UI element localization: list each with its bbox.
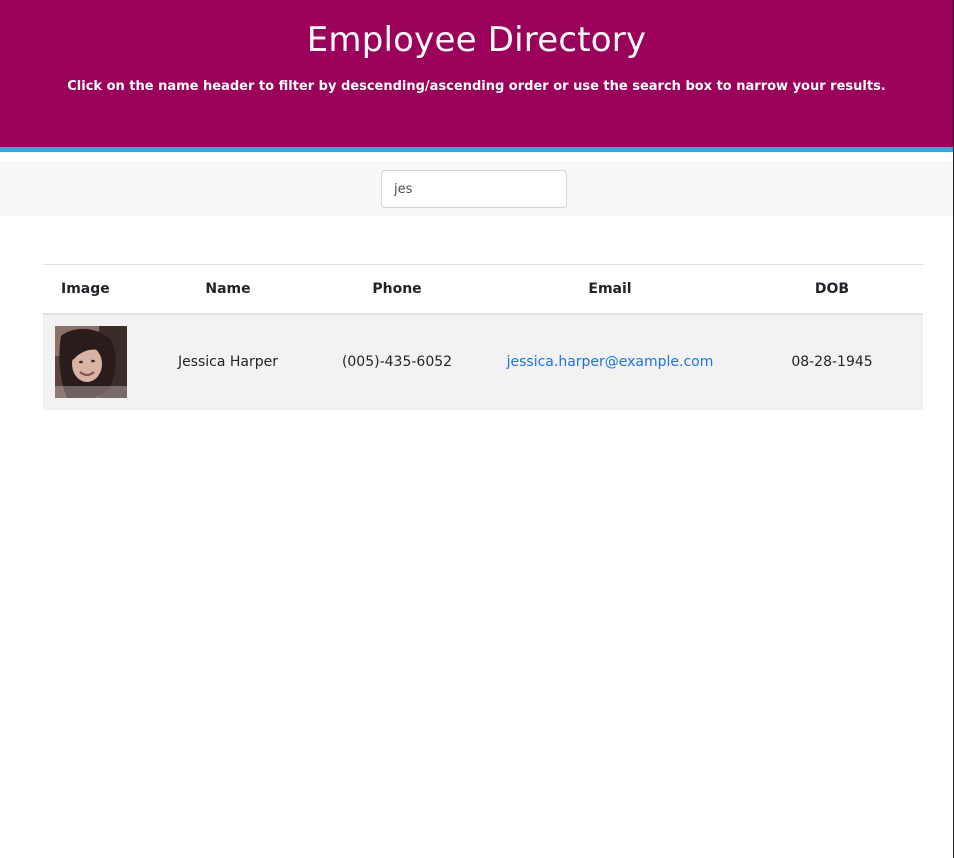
employee-table: Image Name Phone Email DOB Jessica Harpe…	[43, 264, 923, 410]
header-stripe	[0, 147, 953, 152]
cell-dob: 08-28-1945	[791, 354, 873, 370]
table-header: Image Name Phone Email DOB	[43, 264, 923, 314]
employee-table-container: Image Name Phone Email DOB Jessica Harpe…	[43, 264, 923, 410]
column-header-name[interactable]: Name	[141, 265, 315, 314]
search-bar	[0, 161, 953, 216]
email-link[interactable]: jessica.harper@example.com	[507, 354, 714, 370]
cell-name: Jessica Harper	[177, 354, 279, 370]
page-header: Employee Directory Click on the name hea…	[0, 0, 953, 147]
column-header-dob: DOB	[814, 280, 850, 297]
column-header-phone: Phone	[372, 280, 422, 297]
page-subtitle: Click on the name header to filter by de…	[67, 79, 886, 94]
table-body: Jessica Harper (005)-435-6052 jessica.ha…	[43, 313, 923, 410]
table-row: Jessica Harper (005)-435-6052 jessica.ha…	[43, 313, 923, 410]
search-input[interactable]	[381, 170, 567, 208]
cell-email: jessica.harper@example.com	[479, 314, 741, 410]
employee-avatar	[55, 326, 127, 398]
page-title: Employee Directory	[306, 20, 647, 60]
column-header-image: Image	[61, 280, 110, 297]
cell-image	[43, 314, 141, 410]
cell-phone: (005)-435-6052	[341, 354, 453, 370]
table-header-row: Image Name Phone Email DOB	[43, 264, 923, 314]
column-header-email: Email	[588, 280, 632, 297]
page: Employee Directory Click on the name hea…	[0, 0, 954, 858]
